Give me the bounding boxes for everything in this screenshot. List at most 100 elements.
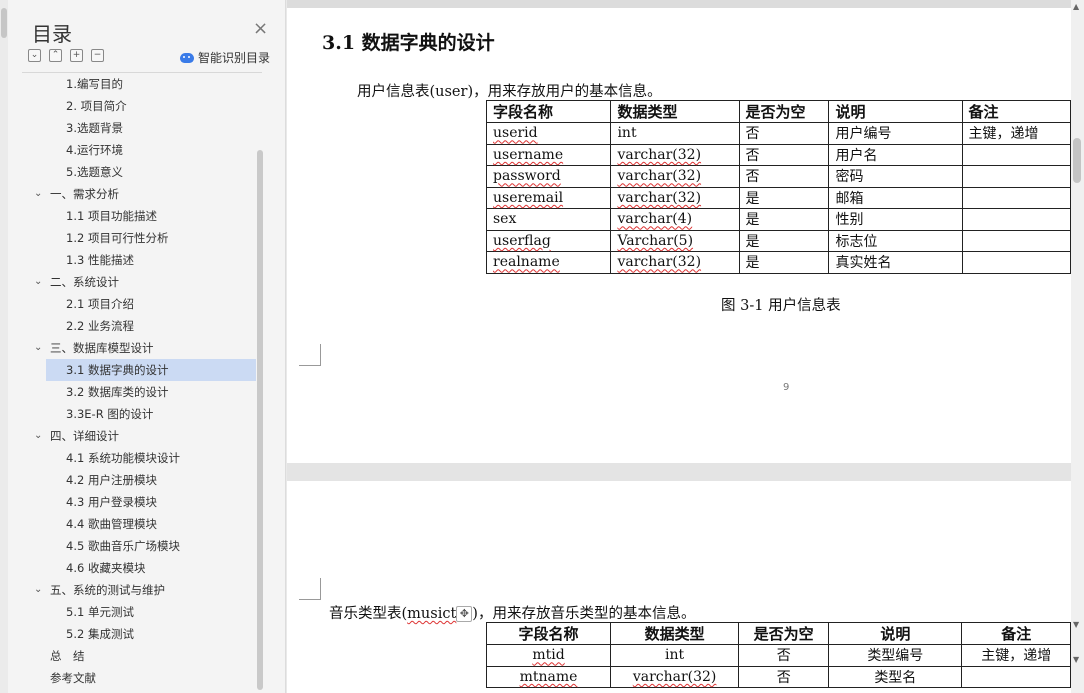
cell-text: 邮箱 (835, 190, 864, 207)
para-prefix: 音乐类型表( (329, 606, 408, 622)
cell-text: varchar(32) (617, 254, 702, 271)
toc-item[interactable]: ⌄ 一、需求分析 (22, 183, 256, 205)
expand-up-icon[interactable]: ⌃ (49, 49, 62, 62)
toc-item[interactable]: 4.6 收藏夹模块 (22, 557, 256, 579)
toc-item-label: 5.选题意义 (66, 165, 123, 179)
table-cell: 是 (738, 208, 830, 231)
table-cell: 类型名 (828, 665, 963, 688)
toc-item-label: 4.5 歌曲音乐广场模块 (66, 539, 180, 553)
toc-item-label: 4.3 用户登录模块 (66, 495, 157, 509)
cell-text: username (493, 146, 564, 163)
toc-item-label: 二、系统设计 (50, 275, 119, 289)
toc-item[interactable]: 参考文献 (22, 667, 256, 689)
remove-heading-icon[interactable]: − (91, 49, 104, 62)
table-cell: Varchar(5) (610, 229, 740, 252)
left-edge-scroll-thumb[interactable] (1, 8, 7, 38)
column-header: 备注 (961, 622, 1071, 645)
toc-item[interactable]: 1.3 性能描述 (22, 249, 256, 271)
toc-item[interactable]: ⌄ 三、数据库模型设计 (22, 337, 256, 359)
toc-item[interactable]: 1.2 项目可行性分析 (22, 227, 256, 249)
cell-text: 性别 (835, 212, 864, 229)
column-header: 数据类型 (610, 100, 740, 123)
table-cell: 性别 (828, 208, 963, 231)
toc-scrollbar[interactable] (257, 150, 263, 690)
cell-text: varchar(32) (632, 668, 717, 685)
left-edge-scrollbar[interactable] (0, 0, 8, 693)
cell-text: 是 (745, 212, 760, 229)
chevron-down-icon[interactable]: ⌄ (34, 425, 42, 447)
table-row: useremail varchar(32) 是 邮箱 (485, 186, 1072, 209)
table-cell: username (485, 143, 612, 166)
table-row: mtname varchar(32) 否 类型名 (485, 665, 1071, 688)
scroll-down-icon[interactable]: ▼ (1073, 620, 1079, 629)
table-caption: 图 3-1 用户信息表 (721, 298, 841, 314)
table-cell: 否 (738, 122, 830, 145)
toc-item[interactable]: 4.5 歌曲音乐广场模块 (22, 535, 256, 557)
toc-item-label: 五、系统的测试与维护 (50, 583, 165, 597)
toc-item[interactable]: 2. 项目简介 (22, 95, 256, 117)
cell-text: 主键，递增 (981, 648, 1052, 665)
toc-item-label: 3.选题背景 (66, 121, 123, 135)
toc-item[interactable]: 4.2 用户注册模块 (22, 469, 256, 491)
toc-item[interactable]: 5.选题意义 (22, 161, 256, 183)
toc-panel: 目录 × ⌄ ⌃ + − 智能识别目录 1.编写目的 2. 项目简介 3.选题背景 4… (0, 0, 286, 693)
toc-item[interactable]: 2.2 业务流程 (22, 315, 256, 337)
toc-item[interactable]: ⌄ 五、系统的测试与维护 (22, 579, 256, 601)
toc-item[interactable]: 3.选题背景 (22, 117, 256, 139)
cell-text: varchar(32) (617, 189, 702, 206)
move-handle-icon[interactable]: ✥ (456, 606, 473, 622)
cell-text: userflag (493, 232, 551, 249)
toc-item-label: 四、详细设计 (50, 429, 119, 443)
toc-item[interactable]: 3.1 数据字典的设计 (46, 359, 256, 381)
toc-list: 1.编写目的 2. 项目简介 3.选题背景 4.运行环境 5.选题意义 ⌄ 一、需求分析 1.… (22, 73, 256, 693)
toc-item[interactable]: 5.1 单元测试 (22, 601, 256, 623)
toc-item-label: 1.1 项目功能描述 (66, 209, 157, 223)
add-heading-icon[interactable]: + (70, 49, 83, 62)
toc-item[interactable]: 4.1 系统功能模块设计 (22, 447, 256, 469)
toc-item[interactable]: 3.2 数据库类的设计 (22, 381, 256, 403)
cell-text: 类型编号 (867, 648, 924, 665)
toc-item[interactable]: ⌄ 二、系统设计 (22, 271, 256, 293)
scroll-down-icon[interactable]: ▼ (1073, 655, 1079, 664)
table-cell: 类型编号 (828, 644, 963, 667)
toc-item[interactable]: 总 结 (22, 645, 256, 667)
collapse-all-icon[interactable]: ⌄ (28, 49, 41, 62)
chevron-down-icon[interactable]: ⌄ (34, 579, 42, 601)
table-row: userid int 否 用户编号 主键，递增 (485, 122, 1072, 145)
table-cell: 主键，递增 (961, 644, 1071, 667)
toc-item[interactable]: 2.1 项目介绍 (22, 293, 256, 315)
toc-toolbar: ⌄ ⌃ + − (28, 49, 104, 62)
table-cell (961, 251, 1072, 274)
scroll-thumb[interactable] (1073, 138, 1081, 183)
toc-item[interactable]: 1.编写目的 (22, 73, 256, 95)
column-header: 备注 (961, 100, 1072, 123)
toc-item[interactable]: 4.4 歌曲管理模块 (22, 513, 256, 535)
toc-item[interactable]: 5.2 集成测试 (22, 623, 256, 645)
chevron-down-icon[interactable]: ⌄ (34, 183, 42, 205)
scroll-up-icon[interactable]: ▲ (1073, 2, 1079, 11)
table-cell: realname (485, 251, 612, 274)
page-number: 9 (783, 382, 790, 393)
table-row: sex varchar(4) 是 性别 (485, 208, 1072, 231)
table-cell: 邮箱 (828, 186, 963, 209)
toc-item[interactable]: ⌄ 四、详细设计 (22, 425, 256, 447)
toc-item[interactable]: 1.1 项目功能描述 (22, 205, 256, 227)
column-header: 字段名称 (485, 100, 612, 123)
toc-item[interactable]: 4.运行环境 (22, 139, 256, 161)
chevron-down-icon[interactable]: ⌄ (34, 271, 42, 293)
table-cell: mtname (485, 665, 612, 688)
document-scrollbar[interactable]: ▲ ▼ ▼ (1071, 0, 1084, 693)
page-9: 3.1 数据字典的设计 用户信息表(user)，用来存放用户的基本信息。 字段名… (287, 8, 1072, 463)
toc-item[interactable]: 4.3 用户登录模块 (22, 491, 256, 513)
document-area: 3.1 数据字典的设计 用户信息表(user)，用来存放用户的基本信息。 字段名… (287, 0, 1084, 693)
chevron-down-icon[interactable]: ⌄ (34, 337, 42, 359)
toc-item[interactable]: 3.3E-R 图的设计 (22, 403, 256, 425)
cell-text: 密码 (835, 169, 864, 186)
cell-text: 是 (745, 255, 760, 272)
document-top-edge (287, 0, 1084, 8)
cell-text: 否 (745, 169, 760, 186)
table-cell: 用户编号 (828, 122, 963, 145)
smart-toc-button[interactable]: 智能识别目录 (180, 49, 270, 66)
user-info-table: 字段名称 数据类型 是否为空 说明 备注 userid int 否用户编号 主键，递增 user… (485, 100, 1072, 274)
close-icon[interactable]: × (253, 19, 268, 39)
